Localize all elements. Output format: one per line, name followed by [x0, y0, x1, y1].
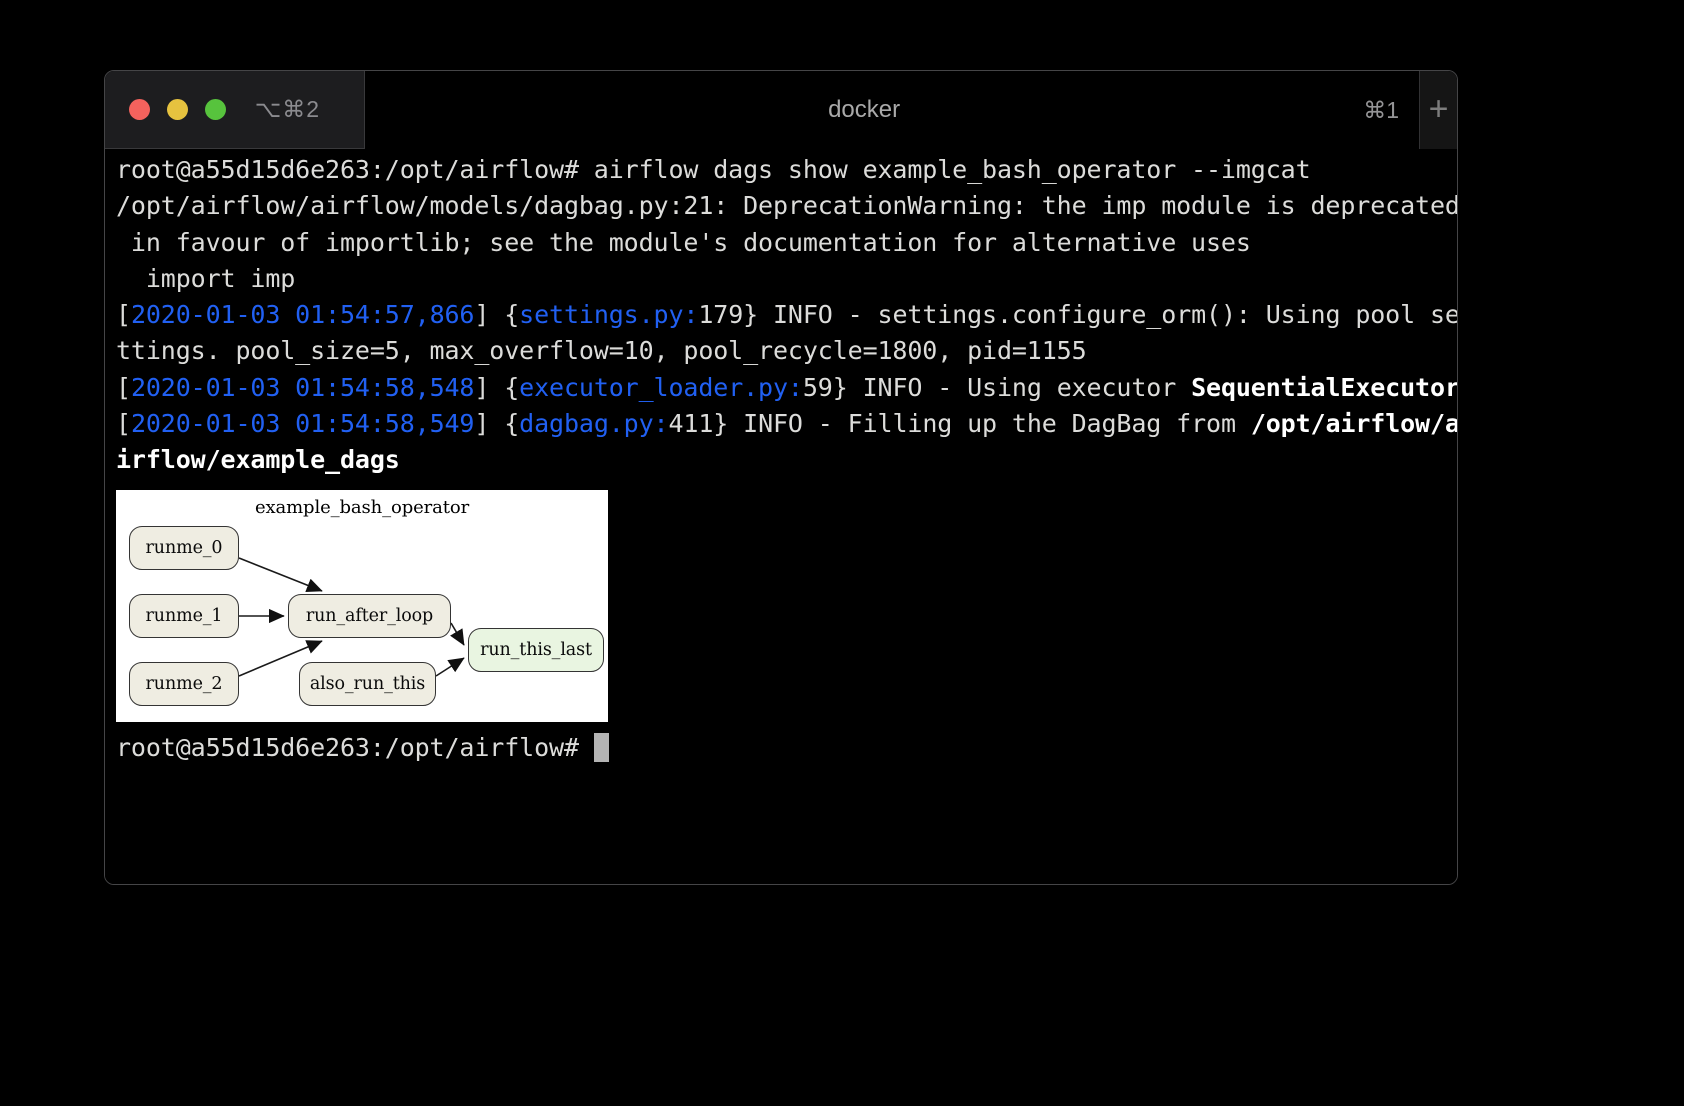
dag-node-runme_1: runme_1 — [129, 594, 239, 638]
window-shortcut-label: ⌘1 — [1363, 97, 1419, 124]
minimize-window-button[interactable] — [167, 99, 188, 120]
terminal-content[interactable]: root@a55d15d6e263:/opt/airflow# airflow … — [105, 149, 1457, 885]
terminal-window: ⌥⌘2 docker ⌘1 + root@a55d15d6e263:/opt/a… — [104, 70, 1458, 885]
terminal-line: in favour of importlib; see the module's… — [116, 225, 1457, 261]
dag-node-run_this_last: run_this_last — [468, 628, 604, 672]
terminal-line: irflow/example_dags — [116, 442, 1457, 478]
terminal-line: [2020-01-03 01:54:58,549] {dagbag.py:411… — [116, 406, 1457, 442]
terminal-line: [2020-01-03 01:54:57,866] {settings.py:1… — [116, 297, 1457, 333]
terminal-output: root@a55d15d6e263:/opt/airflow# airflow … — [116, 152, 1457, 479]
plus-icon: + — [1429, 92, 1449, 126]
terminal-line: ttings. pool_size=5, max_overflow=10, po… — [116, 333, 1457, 369]
shell-prompt: root@a55d15d6e263:/opt/airflow# — [116, 733, 594, 762]
dag-node-runme_0: runme_0 — [129, 526, 239, 570]
zoom-window-button[interactable] — [205, 99, 226, 120]
dag-image: example_bash_operator runme_0runme_1runm… — [116, 490, 608, 722]
terminal-line: [2020-01-03 01:54:58,548] {executor_load… — [116, 370, 1457, 406]
active-tab[interactable]: ⌥⌘2 — [105, 71, 365, 149]
terminal-line: import imp — [116, 261, 1457, 297]
prompt-line: root@a55d15d6e263:/opt/airflow# — [116, 730, 1457, 766]
dag-node-run_after_loop: run_after_loop — [288, 594, 451, 638]
titlebar: ⌥⌘2 docker ⌘1 + — [105, 71, 1457, 149]
close-window-button[interactable] — [129, 99, 150, 120]
terminal-line: /opt/airflow/airflow/models/dagbag.py:21… — [116, 188, 1457, 224]
terminal-line: root@a55d15d6e263:/opt/airflow# airflow … — [116, 152, 1457, 188]
dag-node-also_run_this: also_run_this — [299, 662, 436, 706]
terminal-cursor — [594, 733, 609, 762]
dag-node-runme_2: runme_2 — [129, 662, 239, 706]
window-title: docker — [828, 96, 900, 124]
desktop-background: ⌥⌘2 docker ⌘1 + root@a55d15d6e263:/opt/a… — [0, 0, 1684, 1106]
tab-shortcut-label: ⌥⌘2 — [255, 96, 320, 123]
new-tab-button[interactable]: + — [1419, 71, 1457, 149]
title-area: docker — [365, 71, 1363, 149]
